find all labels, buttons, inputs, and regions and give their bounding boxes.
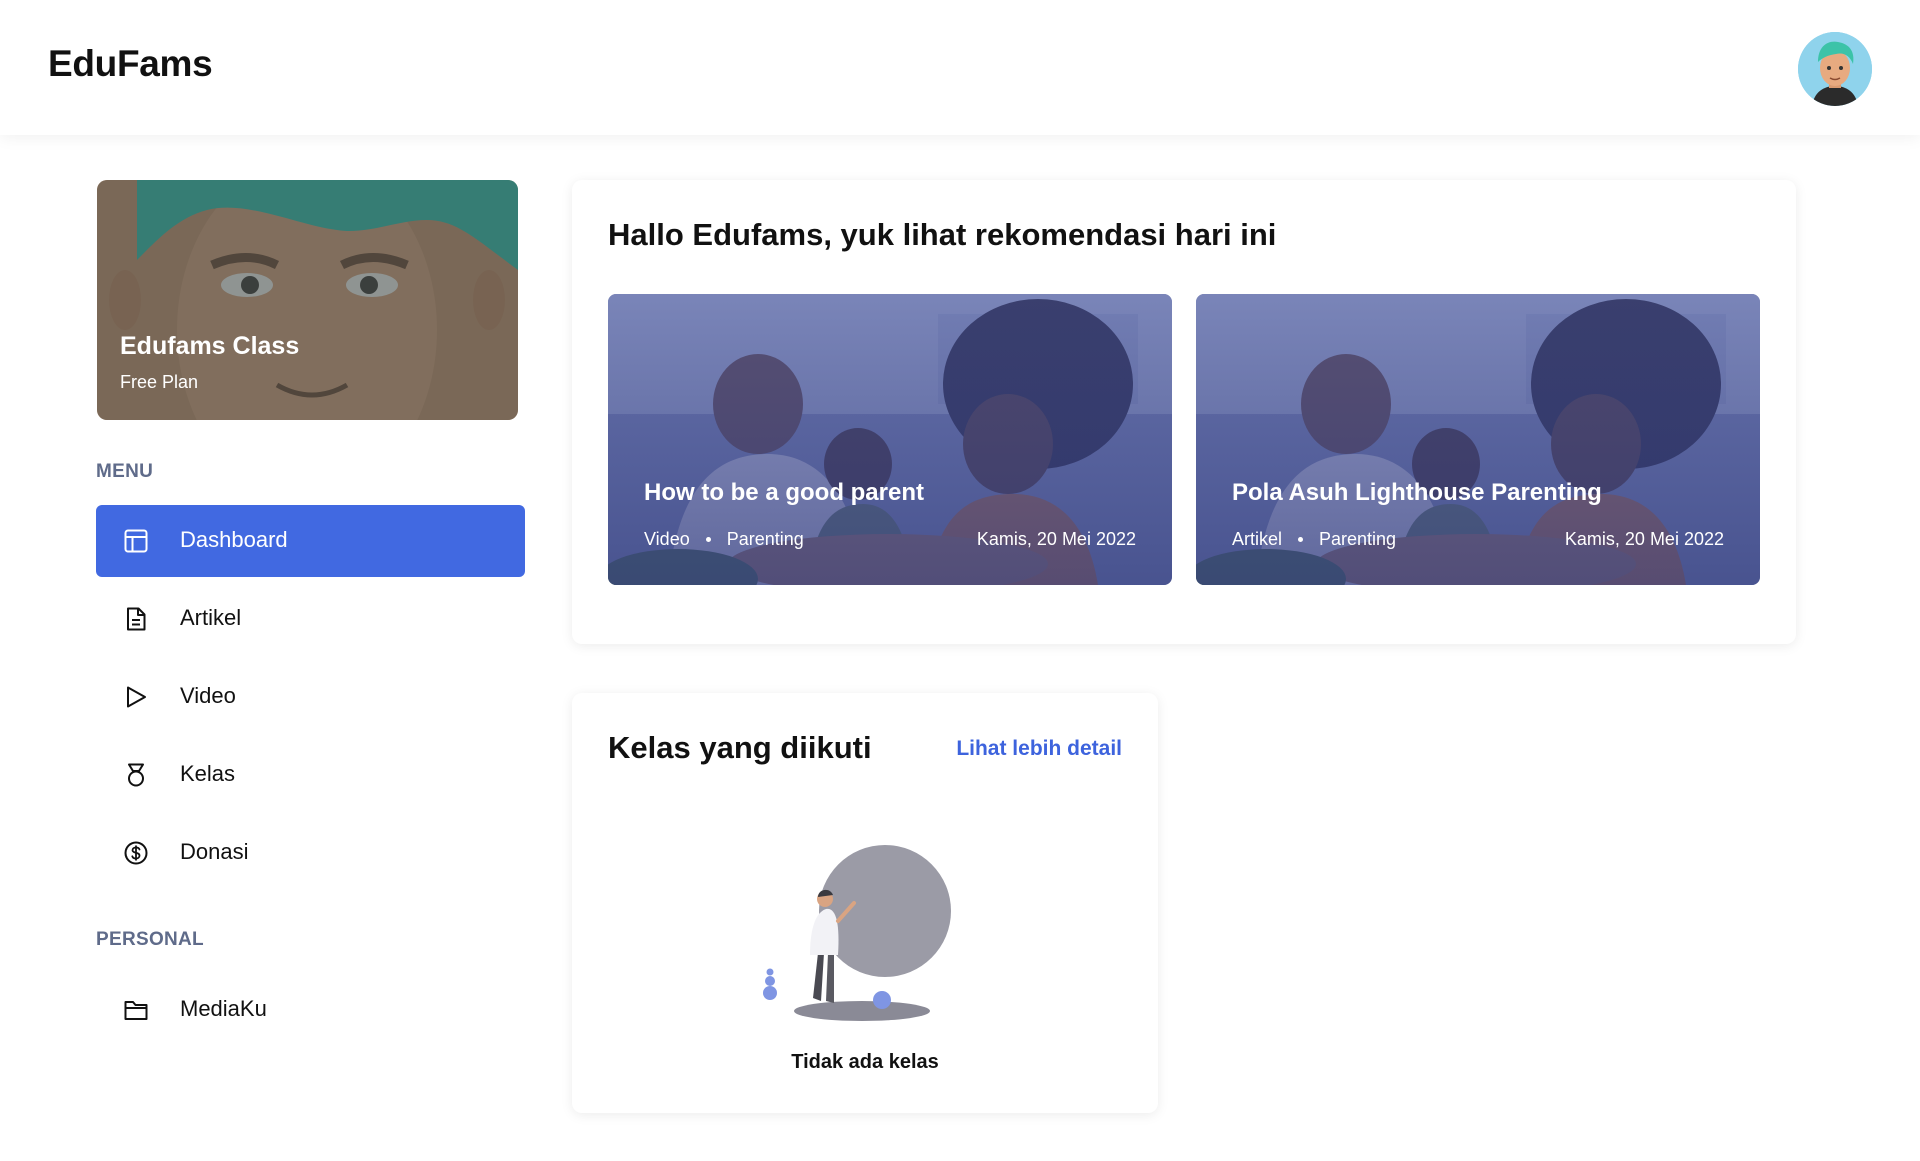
sidebar-item-label: Artikel — [180, 605, 242, 630]
sidebar-item-dashboard[interactable]: Dashboard — [96, 505, 525, 577]
classes-title: Kelas yang diikuti — [608, 730, 872, 765]
meta-separator-dot — [705, 537, 711, 542]
empty-state-illustration — [763, 845, 951, 1021]
recommendations-title: Hallo Edufams, yuk lihat rekomendasi har… — [608, 217, 1277, 252]
sidebar-item-label: Donasi — [180, 839, 249, 864]
avatar-illustration — [1798, 32, 1872, 106]
card-type: Artikel — [1232, 529, 1283, 549]
meta-separator-dot — [1298, 537, 1304, 542]
profile-card[interactable]: Edufams Class Free Plan — [97, 180, 518, 420]
profile-plan: Free Plan — [120, 372, 199, 392]
menu-section-label: MENU — [96, 461, 154, 482]
see-more-link[interactable]: Lihat lebih detail — [956, 737, 1122, 761]
layout-icon — [124, 529, 148, 553]
card-meta: Video Parenting — [644, 529, 804, 550]
play-icon — [127, 686, 146, 708]
recommendations-panel: Hallo Edufams, yuk lihat rekomendasi har… — [572, 180, 1796, 644]
folder-icon — [124, 1001, 148, 1020]
profile-name: Edufams Class — [120, 332, 300, 360]
sidebar-item-label: MediaKu — [180, 996, 267, 1021]
sidebar-item-label: Video — [180, 683, 236, 708]
card-type: Video — [644, 529, 690, 549]
top-bar: EduFams — [0, 0, 1920, 135]
sidebar-item-kelas[interactable]: Kelas — [96, 739, 525, 811]
brand-logo[interactable]: EduFams — [48, 43, 213, 85]
empty-state-text: Tidak ada kelas — [791, 1051, 939, 1073]
personal-section-label: PERSONAL — [96, 929, 204, 950]
user-avatar-icon[interactable] — [1798, 32, 1872, 106]
card-category: Parenting — [1319, 529, 1397, 549]
card-title: Pola Asuh Lighthouse Parenting — [1232, 479, 1602, 506]
sidebar-item-video[interactable]: Video — [96, 661, 525, 733]
sidebar-item-label: Kelas — [180, 761, 236, 786]
dashboard-page: EduFams Edufams Class Free Plan MENU Das… — [0, 0, 1920, 1161]
sidebar-item-mediaku[interactable]: MediaKu — [96, 974, 525, 1046]
sidebar-item-donasi[interactable]: Donasi — [96, 817, 525, 889]
card-title: How to be a good parent — [644, 479, 924, 506]
document-icon — [127, 607, 146, 631]
dollar-circle-icon — [124, 841, 148, 865]
classes-panel: Kelas yang diikuti Lihat lebih detail Ti… — [572, 693, 1158, 1113]
medal-icon — [128, 763, 144, 787]
sidebar-item-artikel[interactable]: Artikel — [96, 583, 525, 655]
card-date: Kamis, 20 Mei 2022 — [1564, 529, 1724, 549]
card-meta: Artikel Parenting — [1232, 529, 1396, 550]
recommendation-card[interactable]: Pola Asuh Lighthouse Parenting Artikel P… — [1196, 294, 1760, 585]
card-date: Kamis, 20 Mei 2022 — [976, 529, 1136, 549]
card-category: Parenting — [726, 529, 804, 549]
sidebar-item-label: Dashboard — [180, 527, 288, 552]
recommendation-card[interactable]: How to be a good parent Video Parenting … — [608, 294, 1172, 585]
